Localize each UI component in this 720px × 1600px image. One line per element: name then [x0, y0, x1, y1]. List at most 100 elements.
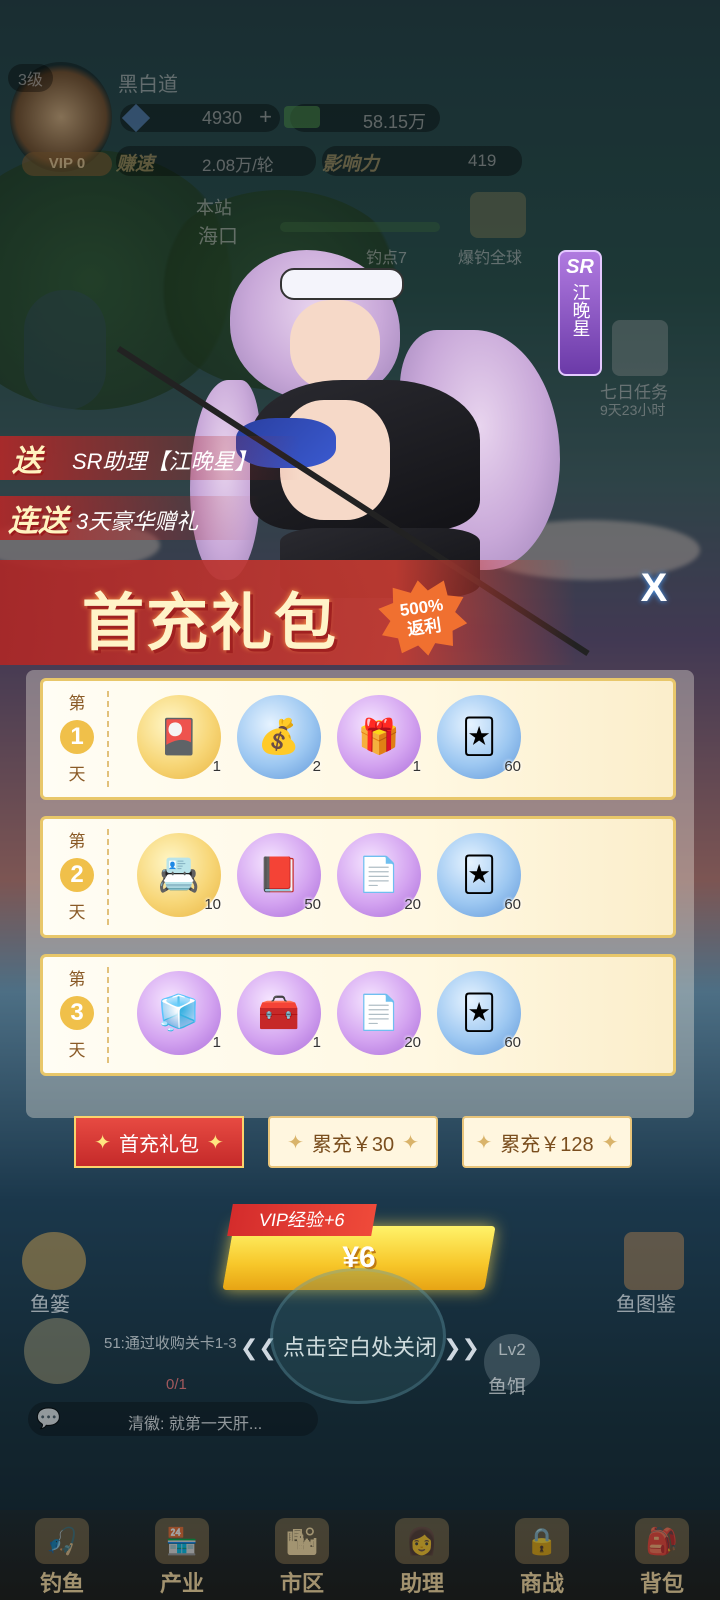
chat-bar[interactable]: 💬 清徽: 就第一天肝... — [28, 1402, 318, 1436]
nav-item-6[interactable]: 🎒 背包 — [612, 1518, 712, 1598]
day-number: 1 — [60, 720, 94, 754]
tab-label: 累充￥30 — [311, 1133, 395, 1156]
day-prefix: 第 — [68, 694, 86, 713]
nav-label: 助理 — [399, 1571, 444, 1596]
sparkle-icon: ✦ — [94, 1131, 111, 1154]
chat-icon: 💬 — [36, 1408, 61, 1430]
city-icon: 🏙 — [275, 1518, 329, 1564]
tab-1[interactable]: ✦ 首充礼包 ✦ — [74, 1116, 244, 1168]
promo-line-2: 连送 3天豪华赠礼 — [0, 496, 260, 540]
rarity-text: SR — [566, 256, 594, 278]
nav-item-1[interactable]: 🎣 钓鱼 — [12, 1518, 112, 1598]
day-prefix: 第 — [68, 970, 86, 989]
sparkle-icon: ✦ — [475, 1131, 493, 1154]
day-divider — [107, 967, 109, 1063]
sparkle-icon: ✦ — [287, 1131, 304, 1154]
reward-item[interactable]: 📕 50 — [237, 833, 321, 917]
tab-3[interactable]: ✦ 累充￥128 ✦ — [462, 1116, 632, 1168]
item-count: 50 — [304, 896, 321, 913]
day-number: 3 — [60, 996, 94, 1030]
tab-2[interactable]: ✦ 累充￥30 ✦ — [268, 1116, 438, 1168]
reward-item[interactable]: 📄 20 — [337, 971, 421, 1055]
item-count: 60 — [504, 1034, 521, 1051]
assistant-card-icon: 🎴 — [157, 718, 201, 756]
day-divider — [107, 691, 109, 787]
day-divider — [107, 829, 109, 925]
shop-icon: 🏪 — [155, 1518, 209, 1564]
reward-item[interactable]: 💰 2 — [237, 695, 321, 779]
vip-exp-tag: VIP经验+6 — [227, 1204, 377, 1236]
backpack-icon: 🎒 — [635, 1518, 689, 1564]
item-count: 1 — [212, 758, 221, 775]
money-chest-icon: 💰 — [257, 718, 301, 756]
day-row: 第 3 天 🧊 1 🧰 1 📄 20 🃏 60 — [40, 954, 676, 1076]
promo-text-1: SR助理【江晚星】 — [72, 449, 257, 474]
sparkle-icon: ✦ — [601, 1131, 619, 1154]
nav-item-3[interactable]: 🏙 市区 — [252, 1518, 352, 1598]
nav-label: 钓鱼 — [39, 1571, 84, 1596]
tab-label: 累充￥128 — [500, 1133, 594, 1156]
reward-item[interactable]: 🃏 60 — [437, 833, 521, 917]
item-count: 60 — [504, 758, 521, 775]
close-icon[interactable]: X — [632, 566, 676, 610]
promo-tag-1: 送 — [12, 445, 42, 478]
day-label: 第 1 天 — [57, 689, 97, 785]
fish-guide-label[interactable]: 鱼图鉴 — [616, 1288, 676, 1317]
nav-item-5[interactable]: 🔒 商战 — [492, 1518, 592, 1598]
promo-line-1: 送 SR助理【江晚星】 — [0, 436, 300, 480]
screen: 3级 VIP 0 黑白道 4930 + 58.15万 赚速 2.08万/轮 影响… — [0, 0, 720, 1600]
rebate-label: 返利 — [406, 615, 443, 640]
day-label: 第 3 天 — [57, 965, 97, 1061]
character-face — [290, 300, 380, 390]
reward-item[interactable]: 📄 20 — [337, 833, 421, 917]
sparkle-icon: ✦ — [207, 1131, 224, 1154]
day-suffix: 天 — [68, 765, 86, 784]
reward-item[interactable]: 🎴 1 — [137, 695, 221, 779]
reward-item[interactable]: 🃏 60 — [437, 971, 521, 1055]
nav-label: 商战 — [519, 1571, 564, 1596]
day-prefix: 第 — [68, 832, 86, 851]
item-count: 1 — [212, 1034, 221, 1051]
assistant-icon: 👩 — [395, 1518, 449, 1564]
item-count: 20 — [404, 896, 421, 913]
day-suffix: 天 — [68, 903, 86, 922]
reward-item[interactable]: 📇 10 — [137, 833, 221, 917]
fish-basket-label[interactable]: 鱼篓 — [30, 1288, 70, 1317]
wing-right-icon: ❯❯ — [443, 1335, 480, 1360]
fish-basket-icon[interactable] — [22, 1232, 86, 1290]
nav-label: 背包 — [639, 1571, 684, 1596]
fishing-icon: 🎣 — [35, 1518, 89, 1564]
reward-item[interactable]: 🧊 1 — [137, 971, 221, 1055]
bait-label: 鱼饵 — [488, 1377, 527, 1398]
cast-button[interactable] — [270, 1268, 446, 1404]
day-label: 第 2 天 — [57, 827, 97, 923]
reward-item[interactable]: 🎁 1 — [337, 695, 421, 779]
sparkle-icon: ✦ — [402, 1131, 419, 1154]
item-count: 10 — [204, 896, 221, 913]
nav-item-4[interactable]: 👩 助理 — [372, 1518, 472, 1598]
fish-guide-icon[interactable] — [624, 1232, 684, 1290]
task-text[interactable]: 51:通过收购关卡1-3 — [104, 1332, 237, 1353]
gift-box-icon: 🎁 — [357, 718, 401, 756]
tab-label: 首充礼包 — [119, 1133, 199, 1156]
reward-item[interactable]: 🧰 1 — [237, 971, 321, 1055]
lock-icon: 🔒 — [515, 1518, 569, 1564]
task-icon[interactable] — [24, 1318, 90, 1384]
item-count: 60 — [504, 896, 521, 913]
promo-tag-2: 连送 — [8, 505, 68, 538]
promo-text-2: 3天豪华赠礼 — [76, 509, 199, 534]
item-count: 2 — [312, 758, 321, 775]
character-name: 江晚星 — [570, 283, 591, 337]
treasure-chest-icon: 🧰 — [257, 994, 301, 1032]
reward-item[interactable]: 🃏 60 — [437, 695, 521, 779]
sr-badge: SR 江晚星 — [558, 250, 602, 376]
item-count: 20 — [404, 1034, 421, 1051]
character-visor — [280, 268, 404, 300]
nav-item-2[interactable]: 🏪 产业 — [132, 1518, 232, 1598]
day-suffix: 天 — [68, 1041, 86, 1060]
day-row: 第 1 天 🎴 1 💰 2 🎁 1 🃏 60 — [40, 678, 676, 800]
task-progress: 0/1 — [166, 1376, 187, 1393]
rubik-cube-icon: 🧊 — [157, 994, 201, 1032]
bait-level: Lv2 — [498, 1340, 526, 1359]
nav-label: 产业 — [159, 1571, 204, 1596]
